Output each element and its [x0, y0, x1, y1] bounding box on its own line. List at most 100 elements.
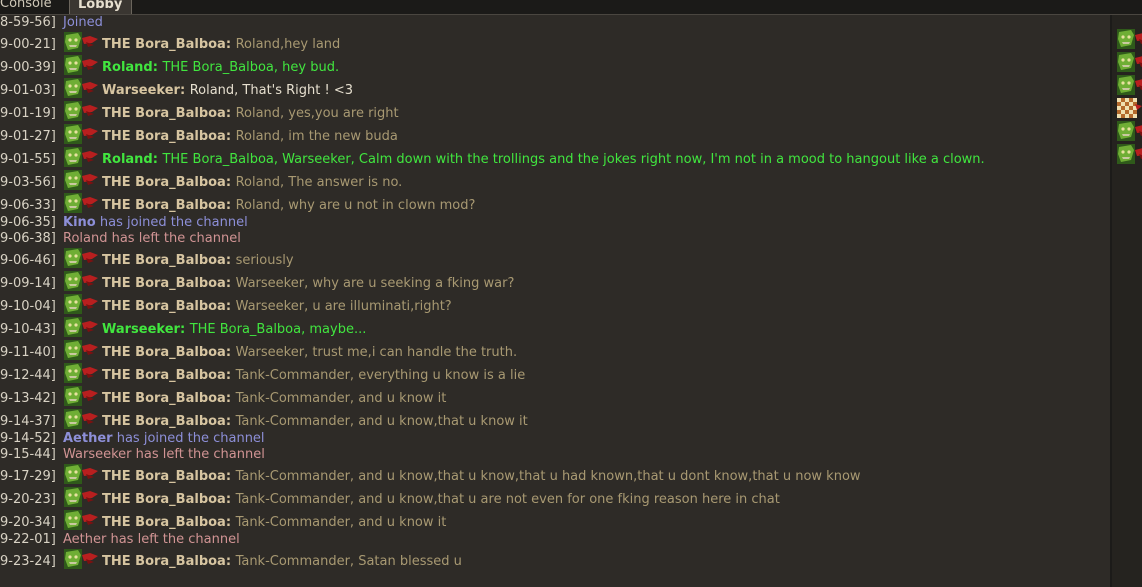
- message-text: THE Bora_Balboa, hey bud.: [162, 60, 340, 75]
- timestamp: 9-20-23]: [0, 492, 56, 507]
- orc-avatar-icon[interactable]: [64, 549, 98, 569]
- sender-name[interactable]: THE Bora_Balboa:: [102, 414, 231, 429]
- orc-avatar-icon[interactable]: [64, 464, 98, 484]
- message-text: THE Bora_Balboa, Warseeker, Calm down wi…: [162, 152, 985, 167]
- sender-name[interactable]: Roland:: [102, 152, 158, 167]
- sender-name[interactable]: Warseeker:: [102, 83, 185, 98]
- sender-name[interactable]: THE Bora_Balboa:: [102, 129, 231, 144]
- orc-avatar-icon[interactable]: [64, 294, 98, 314]
- sender-name[interactable]: THE Bora_Balboa:: [102, 37, 231, 52]
- message-body: THE Bora_Balboa: Warseeker, u are illumi…: [102, 299, 452, 314]
- message-text: Tank-Commander, Satan blessed u: [235, 554, 462, 569]
- sender-name[interactable]: THE Bora_Balboa:: [102, 554, 231, 569]
- sender-name[interactable]: THE Bora_Balboa:: [102, 276, 231, 291]
- orc-avatar-icon[interactable]: [64, 32, 98, 52]
- orc-avatar-icon[interactable]: [64, 147, 98, 167]
- orc-avatar-icon[interactable]: [1117, 75, 1142, 95]
- timestamp: 9-06-38]: [0, 231, 56, 246]
- sender-name[interactable]: THE Bora_Balboa:: [102, 253, 231, 268]
- message-text: Warseeker, u are illuminati,right?: [235, 299, 452, 314]
- join-text: has joined the channel: [116, 431, 265, 446]
- message-body: THE Bora_Balboa: Roland, The answer is n…: [102, 175, 402, 190]
- message-text: Roland, why are u not in clown mod?: [235, 198, 476, 213]
- user-list: [1112, 15, 1142, 587]
- sender-name[interactable]: THE Bora_Balboa:: [102, 345, 231, 360]
- message-body: THE Bora_Balboa: Roland,hey land: [102, 37, 340, 52]
- orc-avatar-icon[interactable]: [64, 78, 98, 98]
- leave-notice: Roland has left the channel: [63, 231, 241, 246]
- sender-name[interactable]: THE Bora_Balboa:: [102, 198, 231, 213]
- system-notice: Joined: [63, 15, 103, 30]
- tab-console[interactable]: Console: [0, 0, 64, 14]
- message-body: THE Bora_Balboa: Warseeker, trust me,i c…: [102, 345, 517, 360]
- orc-avatar-icon[interactable]: [64, 363, 98, 383]
- chat-line: 9-20-34] THE Bora_Balboa: Tank-Commander,…: [0, 509, 1110, 532]
- chat-line: 9-06-46] THE Bora_Balboa: seriously: [0, 247, 1110, 270]
- orc-avatar-icon[interactable]: [1117, 29, 1142, 49]
- sender-name[interactable]: THE Bora_Balboa:: [102, 175, 231, 190]
- sender-name[interactable]: THE Bora_Balboa:: [102, 368, 231, 383]
- tab-lobby[interactable]: Lobby: [69, 0, 132, 14]
- orc-avatar-icon[interactable]: [1117, 121, 1142, 141]
- chat-line: 9-20-23] THE Bora_Balboa: Tank-Commander,…: [0, 486, 1110, 509]
- sender-name[interactable]: Warseeker:: [102, 322, 185, 337]
- message-text: Warseeker, trust me,i can handle the tru…: [235, 345, 518, 360]
- message-text: Tank-Commander, and u know it: [235, 515, 447, 530]
- chat-line: 9-01-03] Warseeker: Roland, That's Right …: [0, 77, 1110, 100]
- chat-line: 9-10-04] THE Bora_Balboa: Warseeker, u ar…: [0, 293, 1110, 316]
- message-body: THE Bora_Balboa: Roland, why are u not i…: [102, 198, 475, 213]
- chat-line: 9-13-42] THE Bora_Balboa: Tank-Commander,…: [0, 385, 1110, 408]
- sender-name[interactable]: THE Bora_Balboa:: [102, 469, 231, 484]
- orc-avatar-icon[interactable]: [64, 317, 98, 337]
- timestamp: 9-12-44]: [0, 368, 56, 383]
- chat-line: 9-14-37] THE Bora_Balboa: Tank-Commander,…: [0, 408, 1110, 431]
- sender-name[interactable]: THE Bora_Balboa:: [102, 515, 231, 530]
- orc-avatar-icon[interactable]: [64, 409, 98, 429]
- joined-user-name[interactable]: Kino: [63, 215, 96, 230]
- orc-avatar-icon[interactable]: [64, 193, 98, 213]
- message-text: Tank-Commander, and u know,that u know,t…: [235, 469, 861, 484]
- timestamp: 8-59-56]: [0, 15, 56, 30]
- message-text: THE Bora_Balboa, maybe...: [189, 322, 367, 337]
- sender-name[interactable]: THE Bora_Balboa:: [102, 299, 231, 314]
- chat-log: 8-59-56] Joined 9-00-21] THE Bora_Balboa: R…: [0, 15, 1110, 587]
- checkered-avatar-icon[interactable]: [1117, 98, 1142, 118]
- orc-avatar-icon[interactable]: [64, 248, 98, 268]
- timestamp: 9-00-21]: [0, 37, 56, 52]
- orc-avatar-icon[interactable]: [64, 101, 98, 121]
- chat-line: 9-14-52] Aether has joined the channel: [0, 431, 1110, 447]
- orc-avatar-icon[interactable]: [64, 170, 98, 190]
- sender-name[interactable]: THE Bora_Balboa:: [102, 106, 231, 121]
- chat-line: 9-01-55] Roland: THE Bora_Balboa, Warseek…: [0, 146, 1110, 169]
- message-text: Tank-Commander, and u know,that u know i…: [235, 414, 528, 429]
- sender-name[interactable]: THE Bora_Balboa:: [102, 391, 231, 406]
- chat-line: 9-22-01] Aether has left the channel: [0, 532, 1110, 548]
- timestamp: 9-14-52]: [0, 431, 56, 446]
- orc-avatar-icon[interactable]: [64, 124, 98, 144]
- message-body: THE Bora_Balboa: Warseeker, why are u se…: [102, 276, 514, 291]
- timestamp: 9-10-04]: [0, 299, 56, 314]
- message-body: THE Bora_Balboa: Tank-Commander, and u k…: [102, 391, 446, 406]
- timestamp: 9-22-01]: [0, 532, 56, 547]
- orc-avatar-icon[interactable]: [1117, 52, 1142, 72]
- message-body: THE Bora_Balboa: Roland, yes,you are rig…: [102, 106, 399, 121]
- sender-name[interactable]: Roland:: [102, 60, 158, 75]
- orc-avatar-icon[interactable]: [64, 510, 98, 530]
- orc-avatar-icon[interactable]: [1117, 144, 1142, 164]
- timestamp: 9-01-27]: [0, 129, 56, 144]
- orc-avatar-icon[interactable]: [64, 386, 98, 406]
- message-text: Roland, The answer is no.: [235, 175, 403, 190]
- message-text: Roland,hey land: [235, 37, 341, 52]
- joined-user-name[interactable]: Aether: [63, 431, 113, 446]
- orc-avatar-icon[interactable]: [64, 487, 98, 507]
- chat-line: 8-59-56] Joined: [0, 15, 1110, 31]
- orc-avatar-icon[interactable]: [64, 271, 98, 291]
- message-body: THE Bora_Balboa: Tank-Commander, and u k…: [102, 492, 780, 507]
- message-text: Tank-Commander, and u know it: [235, 391, 447, 406]
- message-text: Tank-Commander, and u know,that u are no…: [235, 492, 780, 507]
- message-body: THE Bora_Balboa: Tank-Commander, and u k…: [102, 469, 861, 484]
- orc-avatar-icon[interactable]: [64, 340, 98, 360]
- sender-name[interactable]: THE Bora_Balboa:: [102, 492, 231, 507]
- chat-line: 9-01-27] THE Bora_Balboa: Roland, im the …: [0, 123, 1110, 146]
- orc-avatar-icon[interactable]: [64, 55, 98, 75]
